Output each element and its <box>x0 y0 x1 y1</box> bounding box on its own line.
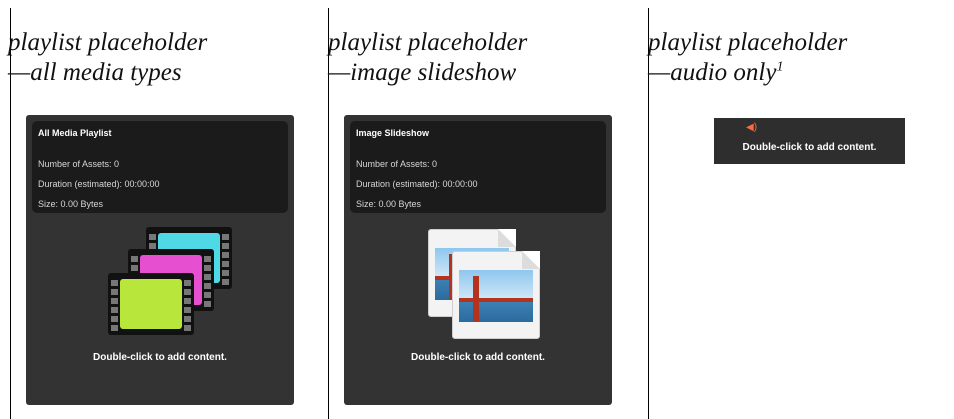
footnote-marker: 1 <box>776 59 784 75</box>
playlist-info-box: All Media Playlist Number of Assets: 0 D… <box>32 121 288 213</box>
size: Size: 0.00 Bytes <box>356 199 422 209</box>
size: Size: 0.00 Bytes <box>38 199 104 209</box>
duration: Duration (estimated): 00:00:00 <box>38 179 160 189</box>
audio-only-placeholder[interactable]: ◀) Double-click to add content. <box>714 118 905 164</box>
all-media-playlist-placeholder[interactable]: All Media Playlist Number of Assets: 0 D… <box>26 115 294 405</box>
heading-line-2: —audio only1 <box>648 59 784 86</box>
heading-line-2: —image slideshow <box>328 59 517 86</box>
heading-line-1: playlist placeholder <box>328 29 528 56</box>
add-content-hint: Double-click to add content. <box>93 352 227 363</box>
photo-slides-icon <box>424 229 544 339</box>
heading-line-2: —all media types <box>8 59 182 86</box>
image-slideshow-placeholder[interactable]: Image Slideshow Number of Assets: 0 Dura… <box>344 115 612 405</box>
speaker-icon: ◀) <box>746 122 758 133</box>
column-heading-all-media: playlist placeholder —all media types <box>8 28 207 88</box>
column-heading-image-slideshow: playlist placeholder —image slideshow <box>328 28 527 88</box>
heading-line-1: playlist placeholder <box>648 29 848 56</box>
playlist-title: Image Slideshow <box>356 128 430 138</box>
add-content-hint: Double-click to add content. <box>411 352 545 363</box>
playlist-info-box: Image Slideshow Number of Assets: 0 Dura… <box>350 121 606 213</box>
heading-line-1: playlist placeholder <box>8 29 208 56</box>
asset-count: Number of Assets: 0 <box>356 159 438 169</box>
add-content-hint: Double-click to add content. <box>742 142 877 153</box>
asset-count: Number of Assets: 0 <box>38 159 120 169</box>
column-heading-audio-only: playlist placeholder —audio only1 <box>648 28 847 88</box>
playlist-title: All Media Playlist <box>38 128 112 138</box>
film-reels-icon <box>108 227 238 337</box>
duration: Duration (estimated): 00:00:00 <box>356 179 478 189</box>
